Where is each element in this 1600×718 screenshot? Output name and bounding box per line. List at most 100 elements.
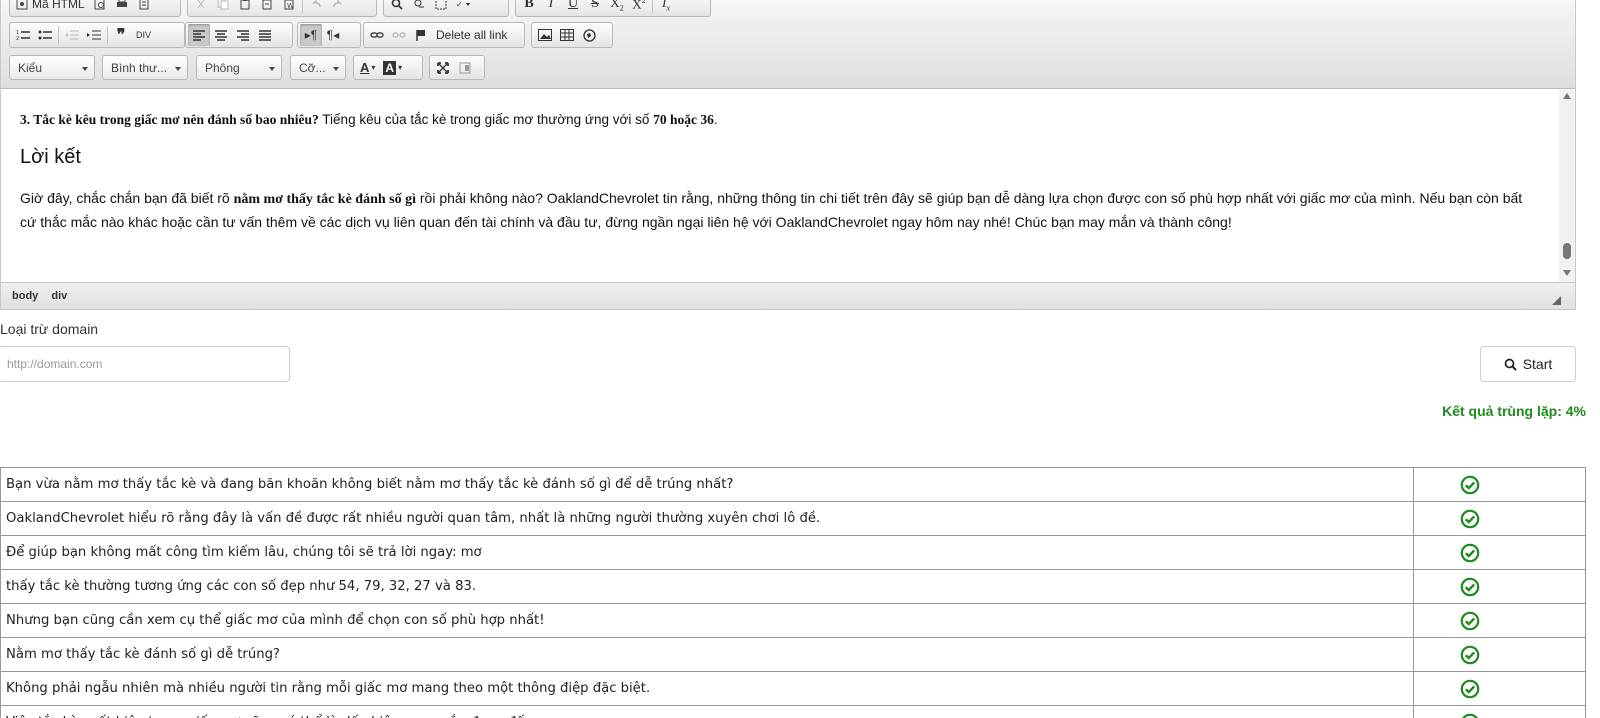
toolbar-separator [302, 0, 303, 13]
align-left-button[interactable] [188, 24, 210, 46]
sentence-cell: OaklandChevrolet hiểu rõ rằng đây là vấn… [0, 501, 1414, 536]
anchor-button[interactable] [410, 24, 432, 46]
find-button[interactable] [386, 0, 408, 15]
faq-item-3: 3. Tắc kè kêu trong giấc mơ nên đánh số … [20, 112, 718, 128]
underline-button[interactable]: U [562, 0, 584, 15]
outdent-icon [65, 30, 79, 40]
copy-button[interactable] [212, 0, 234, 15]
table-row: Để giúp bạn không mất công tìm kiếm lâu,… [0, 535, 1586, 570]
editor-scrollbar[interactable] [1559, 89, 1575, 282]
path-item-body[interactable]: body [12, 290, 38, 302]
blockquote-icon: ❞ [116, 27, 126, 44]
source-button[interactable]: Mã HTML [12, 0, 89, 15]
select-all-button[interactable] [430, 0, 452, 15]
conclusion-text-1: Giờ đây, chắc chắn bạn đã biết rõ [20, 190, 234, 206]
scroll-down-icon[interactable] [1563, 270, 1571, 276]
table-button[interactable] [556, 24, 578, 46]
spellcheck-button[interactable]: ✓ [452, 0, 476, 15]
size-combo[interactable]: Cỡ... [290, 55, 346, 80]
results-table: Bạn vừa nằm mơ thấy tắc kè và đang băn k… [0, 467, 1586, 718]
unlink-button[interactable] [388, 24, 410, 46]
text-color-button[interactable]: A ▾ [356, 57, 379, 79]
scroll-up-icon[interactable] [1563, 93, 1571, 99]
ltr-button[interactable]: ▸¶ [300, 24, 322, 46]
italic-button[interactable]: I [540, 0, 562, 15]
toolbar-group-insert [531, 22, 613, 48]
cut-button[interactable] [190, 0, 212, 15]
table-row: Không phải ngẫu nhiên mà nhiều người tin… [0, 671, 1586, 706]
sentence-cell: thấy tắc kè thường tương ứng các con số … [0, 569, 1414, 604]
font-combo-value: Phông [205, 61, 240, 75]
bold-icon: B [524, 0, 534, 11]
align-center-button[interactable] [210, 24, 232, 46]
table-row: Bạn vừa nằm mơ thấy tắc kè và đang băn k… [0, 467, 1586, 502]
sentence-cell: Không phải ngẫu nhiên mà nhiều người tin… [0, 671, 1414, 706]
subscript-button[interactable]: X2 [606, 0, 628, 15]
exclude-domain-input[interactable] [0, 346, 290, 382]
toolbar-group-lists: 12 ❞ DIV [9, 22, 185, 48]
toolbar-separator [107, 26, 108, 44]
exclude-domain-label: Loại trừ domain [0, 321, 99, 337]
paste-text-button[interactable] [256, 0, 278, 15]
paste-button[interactable] [234, 0, 256, 15]
chevron-down-icon: ▾ [398, 63, 403, 72]
check-icon [1460, 645, 1479, 664]
ltr-icon: ▸¶ [304, 28, 318, 42]
replace-icon [414, 0, 424, 8]
table-row: Nhưng bạn cũng cần xem cụ thể giấc mơ củ… [0, 603, 1586, 638]
format-combo-value: Bình thư... [111, 61, 168, 75]
format-combo[interactable]: Bình thư... [102, 55, 188, 80]
check-icon [1460, 679, 1479, 698]
chevron-down-icon [269, 67, 275, 71]
conclusion-keyword: nằm mơ thấy tắc kè đánh số gì [233, 192, 416, 207]
delete-all-links-button[interactable]: Delete all link [432, 24, 511, 46]
strike-button[interactable]: S [584, 0, 606, 15]
bg-color-button[interactable]: A ▾ [379, 57, 406, 79]
create-div-button[interactable]: DIV [132, 24, 155, 46]
numbered-list-button[interactable]: 12 [12, 24, 34, 46]
bulleted-list-button[interactable] [34, 24, 56, 46]
redo-button[interactable] [327, 0, 349, 15]
conclusion-paragraph: Giờ đây, chắc chắn bạn đã biết rõ nằm mơ… [20, 187, 1540, 234]
chevron-down-icon [175, 67, 181, 71]
start-label: Start [1522, 356, 1553, 372]
scroll-thumb[interactable] [1563, 243, 1571, 259]
globe-icon [582, 28, 596, 42]
rtl-button[interactable]: ¶◂ [322, 24, 344, 46]
status-cell [1413, 671, 1586, 706]
link-button[interactable] [366, 24, 388, 46]
show-blocks-button[interactable] [454, 57, 476, 79]
replace-button[interactable] [408, 0, 430, 15]
remove-format-button[interactable]: Ix [655, 0, 677, 15]
resize-handle-icon[interactable] [1552, 296, 1561, 305]
indent-button[interactable] [83, 24, 105, 46]
indent-icon [87, 30, 101, 40]
print-button[interactable] [111, 0, 133, 15]
start-button[interactable]: Start [1480, 346, 1576, 382]
superscript-button[interactable]: X2 [628, 0, 650, 15]
source-label: Mã HTML [32, 0, 85, 11]
preview-button[interactable] [89, 0, 111, 15]
toolbar-group-bidi: ▸¶ ¶◂ [297, 22, 361, 48]
image-button[interactable] [534, 24, 556, 46]
templates-button[interactable] [133, 0, 155, 15]
styles-combo[interactable]: Kiểu [9, 55, 95, 80]
justify-button[interactable] [254, 24, 276, 46]
bold-button[interactable]: B [518, 0, 540, 15]
outdent-button[interactable] [61, 24, 83, 46]
bg-color-icon: A [383, 60, 397, 75]
paste-word-button[interactable]: W [278, 0, 300, 15]
styles-combo-value: Kiểu [18, 61, 43, 75]
maximize-button[interactable] [432, 57, 454, 79]
faq-numbers: 70 hoặc 36 [653, 112, 714, 127]
editor-content[interactable]: 3. Tắc kè kêu trong giấc mơ nên đánh số … [1, 89, 1561, 282]
rtl-icon: ¶◂ [326, 28, 340, 42]
flag-icon [416, 30, 425, 41]
blockquote-button[interactable]: ❞ [110, 24, 132, 46]
align-right-button[interactable] [232, 24, 254, 46]
iframe-button[interactable] [578, 24, 600, 46]
path-item-div[interactable]: div [51, 290, 67, 302]
font-combo[interactable]: Phông [196, 55, 282, 80]
undo-button[interactable] [305, 0, 327, 15]
toolbar-group-colors: A ▾ A ▾ [353, 55, 423, 80]
